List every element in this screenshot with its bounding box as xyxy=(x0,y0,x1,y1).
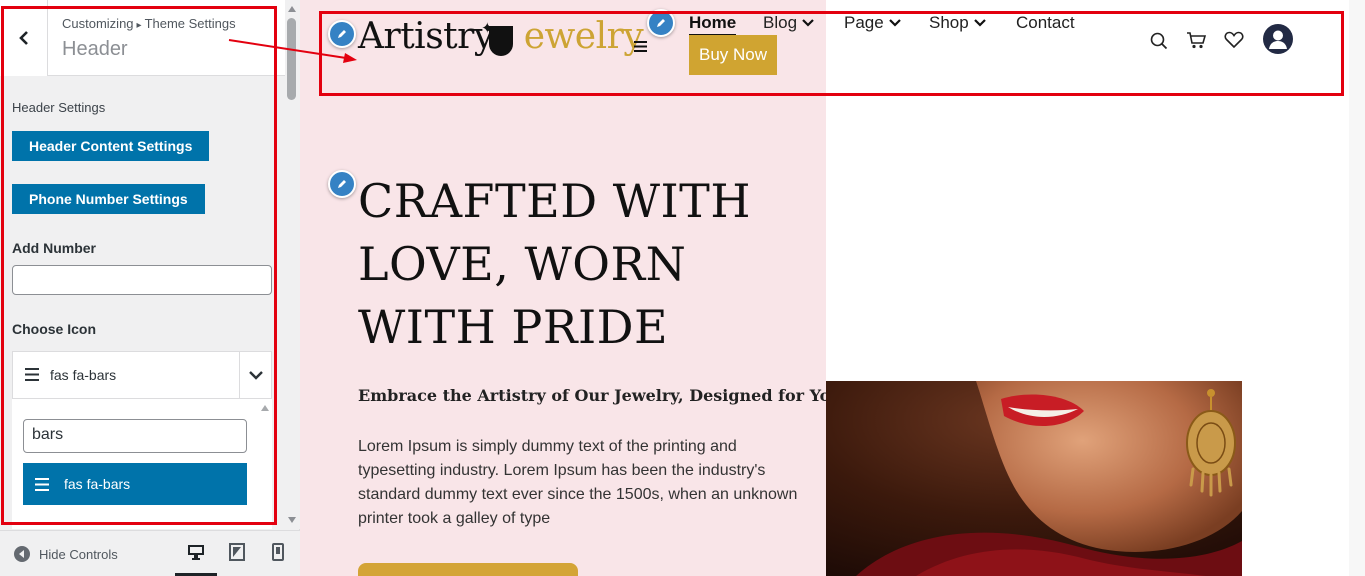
site-preview: Artistry ewelry ✦ Home Blog Page Shop Con… xyxy=(300,0,1365,576)
panel-scrollbar[interactable] xyxy=(285,0,300,529)
preview-scrollbar[interactable] xyxy=(1349,0,1365,576)
heart-icon[interactable] xyxy=(1224,31,1244,49)
panel-footer: Hide Controls xyxy=(0,530,300,576)
hide-controls-label: Hide Controls xyxy=(39,546,118,562)
header-content-settings-button[interactable]: Header Content Settings xyxy=(12,131,210,161)
pencil-icon xyxy=(338,30,346,38)
menu-hamburger-icon[interactable] xyxy=(634,41,647,52)
buy-now-button[interactable]: Buy Now xyxy=(689,35,777,75)
icon-select[interactable]: fas fa-bars xyxy=(12,351,272,399)
edit-shortcut-menu[interactable] xyxy=(647,9,675,37)
nav-home[interactable]: Home xyxy=(689,13,737,36)
icon-select-toggle[interactable] xyxy=(239,352,271,398)
nav-label: Contact xyxy=(1016,13,1075,32)
nav-label: Page xyxy=(844,13,884,32)
back-button[interactable] xyxy=(0,0,48,76)
breadcrumb-current: Theme Settings xyxy=(144,16,236,31)
breadcrumb: Customizing ▸ Theme Settings xyxy=(62,16,236,31)
user-icon xyxy=(1269,30,1287,49)
edit-shortcut-hero[interactable] xyxy=(328,170,356,198)
hide-controls-button[interactable]: Hide Controls xyxy=(14,546,118,562)
hero-title: CRAFTED WITH LOVE, WORN WITH PRIDE xyxy=(358,174,751,354)
nav-page[interactable]: Page xyxy=(844,13,901,33)
bars-icon xyxy=(25,368,39,381)
pencil-icon xyxy=(338,180,346,188)
collapse-arrow-icon xyxy=(14,546,30,562)
choose-icon-label: Choose Icon xyxy=(12,321,97,337)
customizer-panel: Customizing ▸ Theme Settings Header Header… xyxy=(0,0,300,576)
desktop-preview-icon[interactable] xyxy=(187,543,205,561)
chevron-down-icon xyxy=(248,371,263,380)
breadcrumb-parent: Customizing xyxy=(62,16,134,31)
chevron-down-icon xyxy=(802,19,814,27)
chevron-down-icon xyxy=(973,19,986,27)
nav-label: Blog xyxy=(763,13,798,32)
scroll-down-arrow[interactable] xyxy=(288,517,296,523)
section-title: Header xyxy=(62,38,128,60)
sparkle-icon: ✦ xyxy=(481,20,494,37)
hero-body-text: Lorem Ipsum is simply dummy text of the … xyxy=(358,438,798,527)
scrollbar-thumb[interactable] xyxy=(287,18,296,100)
panel-scroll-area: Header Settings Header Content Settings … xyxy=(0,77,285,529)
nav-shop[interactable]: Shop xyxy=(929,13,986,33)
search-icon[interactable] xyxy=(1150,32,1168,50)
header-settings-label: Header Settings xyxy=(12,100,106,115)
add-number-label: Add Number xyxy=(12,240,96,256)
nav-label: Shop xyxy=(929,13,969,32)
nav-contact[interactable]: Contact xyxy=(1016,13,1075,33)
icon-option-label: fas fa-bars xyxy=(64,476,131,492)
nav-blog[interactable]: Blog xyxy=(763,13,814,33)
chevron-left-icon xyxy=(18,31,28,45)
chevron-down-icon xyxy=(888,19,901,27)
user-account-icon[interactable] xyxy=(1263,24,1293,54)
cart-icon[interactable] xyxy=(1186,31,1206,49)
scroll-up-arrow[interactable] xyxy=(288,6,296,12)
add-number-input[interactable] xyxy=(12,265,272,295)
pencil-icon xyxy=(657,19,665,27)
icon-select-value: fas fa-bars xyxy=(50,367,117,383)
bars-icon xyxy=(35,478,49,491)
logo-text-main: Artistry xyxy=(358,16,494,57)
icon-dropdown: bars fas fa-bars xyxy=(12,399,272,529)
panel-header: Customizing ▸ Theme Settings Header xyxy=(0,0,285,76)
tablet-preview-icon[interactable] xyxy=(229,543,245,561)
hero-model-photo xyxy=(826,381,1242,576)
hero-cta-button[interactable] xyxy=(358,563,578,576)
logo-text-accent: ewelry xyxy=(523,16,644,57)
phone-number-settings-button[interactable]: Phone Number Settings xyxy=(12,184,205,214)
edit-shortcut-logo[interactable] xyxy=(328,20,356,48)
dropdown-scroll-up-arrow[interactable] xyxy=(261,405,269,411)
icon-option-fas-fa-bars[interactable]: fas fa-bars xyxy=(23,463,247,505)
breadcrumb-separator: ▸ xyxy=(136,20,142,31)
hero-subtitle: Embrace the Artistry of Our Jewelry, Des… xyxy=(358,386,842,405)
icon-search-input[interactable]: bars xyxy=(23,419,247,453)
mobile-preview-icon[interactable] xyxy=(272,543,284,561)
nav-label: Home xyxy=(689,13,737,32)
